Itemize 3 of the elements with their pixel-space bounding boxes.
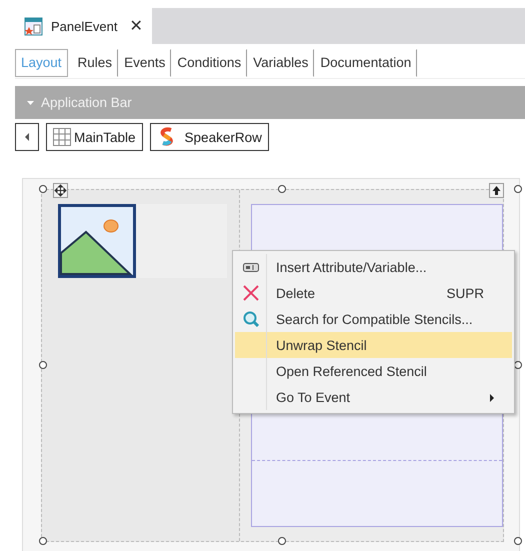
document-title: PanelEvent (51, 18, 118, 34)
shortcut-label: SUPR (446, 286, 485, 300)
application-bar-title: Application Bar (41, 95, 132, 110)
